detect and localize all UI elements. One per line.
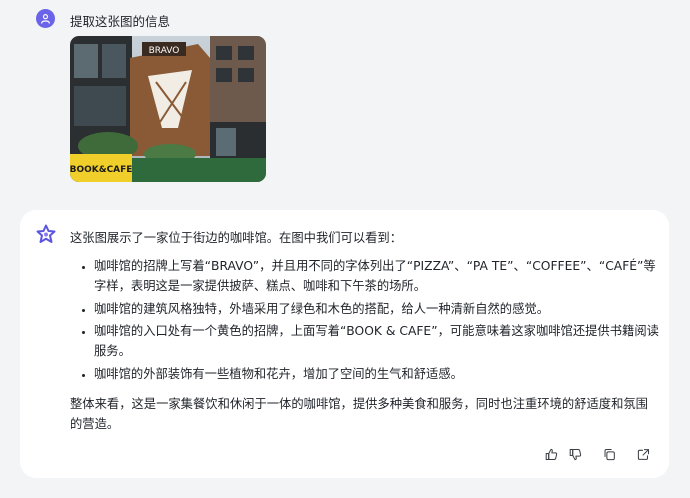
answer-conclusion: 整体来看，这是一家集餐饮和休闲于一体的咖啡馆，提供多种美食和服务，同时也注重环境… [70,396,648,431]
user-icon [41,14,50,24]
dislike-button[interactable] [563,442,587,466]
share-icon [637,448,649,460]
user-message-text: 提取这张图的信息 [70,14,171,29]
answer-bullet-list: 咖啡馆的招牌上写着“BRAVO”，并且用不同的字体列出了“PIZZA”、“PA … [70,256,660,384]
thumbs-down-icon [569,448,581,460]
answer-bullet: 咖啡馆的外部装饰有一些植物和花卉，增加了空间的生气和舒适感。 [94,364,660,384]
sign-text: BRAVO [149,46,180,56]
message-actions [539,442,655,466]
copy-button[interactable] [597,442,621,466]
assistant-answer: 这张图展示了一家位于街边的咖啡馆。在图中我们可以看到： 咖啡馆的招牌上写着“BR… [70,228,660,434]
answer-bullet: 咖啡馆的建筑风格独特，外墙采用了绿色和木色的搭配，给人一种清新自然的感觉。 [94,299,660,319]
assistant-avatar [36,224,56,244]
like-button[interactable] [539,442,563,466]
shop-sign-text: BOOK&CAFE [70,165,132,175]
answer-bullet: 咖啡馆的入口处有一个黄色的招牌，上面写着“BOOK & CAFE”，可能意味着这… [94,321,660,361]
copy-icon [604,448,615,460]
answer-bullet: 咖啡馆的招牌上写着“BRAVO”，并且用不同的字体列出了“PIZZA”、“PA … [94,256,660,296]
share-button[interactable] [631,442,655,466]
thumbs-up-icon [545,448,557,460]
uploaded-image[interactable]: BRAVO BOOK&CAFE [70,36,266,182]
assistant-message-card: 这张图展示了一家位于街边的咖啡馆。在图中我们可以看到： 咖啡馆的招牌上写着“BR… [20,210,669,478]
cafe-photo: BRAVO BOOK&CAFE [70,36,266,182]
answer-intro: 这张图展示了一家位于街边的咖啡馆。在图中我们可以看到： [70,231,403,245]
assistant-logo-icon [36,224,56,243]
user-avatar [36,9,55,28]
user-message: 提取这张图的信息 [36,9,170,29]
